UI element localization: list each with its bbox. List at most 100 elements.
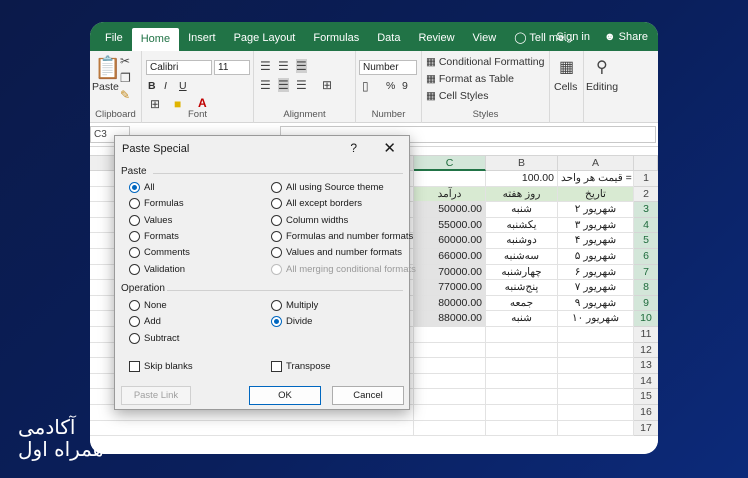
- cell-date[interactable]: ۴ شهریور: [558, 233, 634, 249]
- transpose-box[interactable]: [271, 361, 282, 372]
- cell-weekday[interactable]: شنبه: [486, 202, 558, 218]
- cell-empty[interactable]: [486, 342, 558, 359]
- copy-icon[interactable]: ❐: [120, 71, 131, 85]
- radio-option[interactable]: Validation: [129, 263, 185, 275]
- cells-icon[interactable]: ▦: [559, 57, 574, 77]
- radio-option[interactable]: All except borders: [271, 198, 362, 210]
- cell-empty[interactable]: [414, 327, 486, 343]
- radio-option[interactable]: Column widths: [271, 214, 348, 226]
- column-header-a[interactable]: A: [558, 155, 634, 171]
- row-header[interactable]: 8: [634, 280, 658, 296]
- cell-empty[interactable]: [558, 373, 634, 390]
- sign-in-link[interactable]: Sign in: [556, 31, 590, 43]
- row-header[interactable]: 9: [634, 295, 658, 312]
- cell-date[interactable]: ۵ شهریور: [558, 249, 634, 265]
- radio-button[interactable]: [129, 230, 140, 242]
- tab-review[interactable]: Review: [409, 32, 463, 51]
- radio-button[interactable]: [129, 214, 140, 226]
- cell-date[interactable]: ۳ شهریور: [558, 217, 634, 234]
- radio-option[interactable]: Values and number formats: [271, 247, 402, 259]
- tab-view[interactable]: View: [464, 32, 506, 51]
- radio-button[interactable]: [271, 316, 282, 328]
- row-header[interactable]: 5: [634, 233, 658, 249]
- tab-file[interactable]: File: [96, 32, 132, 51]
- cell-empty[interactable]: [558, 358, 634, 374]
- row-header[interactable]: 11: [634, 327, 658, 343]
- cell-empty[interactable]: [414, 373, 486, 390]
- cell-date[interactable]: ۲ شهریور: [558, 202, 634, 218]
- merge-center-icon[interactable]: ⊞: [322, 78, 332, 92]
- cell-empty[interactable]: [558, 342, 634, 359]
- cell-income[interactable]: 77000.00: [414, 280, 486, 296]
- row-header[interactable]: 3: [634, 202, 658, 218]
- cell-weekday[interactable]: چهارشنبه: [486, 264, 558, 281]
- cell-weekday[interactable]: دوشنبه: [486, 233, 558, 249]
- cell-date[interactable]: ۶ شهریور: [558, 264, 634, 281]
- cancel-button[interactable]: Cancel: [332, 386, 404, 405]
- cell-a2-header[interactable]: تاریخ: [558, 186, 634, 203]
- tab-insert[interactable]: Insert: [179, 32, 225, 51]
- row-header[interactable]: 14: [634, 373, 658, 390]
- radio-option[interactable]: Formulas: [129, 198, 184, 210]
- tab-data[interactable]: Data: [368, 32, 409, 51]
- radio-button[interactable]: [271, 198, 282, 210]
- row-header[interactable]: 6: [634, 249, 658, 265]
- skip-blanks-box[interactable]: [129, 361, 140, 372]
- cell-income[interactable]: 88000.00: [414, 311, 486, 327]
- paste-link-button[interactable]: Paste Link: [121, 386, 191, 405]
- radio-button[interactable]: [129, 247, 140, 259]
- font-size-select[interactable]: 11: [214, 60, 250, 75]
- transpose-checkbox[interactable]: Transpose: [271, 361, 331, 372]
- align-center-icon[interactable]: ☰: [278, 78, 289, 92]
- align-middle-icon[interactable]: ☰: [278, 59, 289, 73]
- bold-button[interactable]: B: [148, 80, 156, 92]
- cell-empty[interactable]: [558, 327, 634, 343]
- cell-empty[interactable]: [486, 373, 558, 390]
- cell-weekday[interactable]: شنبه: [486, 311, 558, 327]
- tab-page-layout[interactable]: Page Layout: [225, 32, 305, 51]
- cell-empty[interactable]: [486, 420, 558, 437]
- radio-option[interactable]: Formulas and number formats: [271, 230, 413, 242]
- cell-income[interactable]: 60000.00: [414, 233, 486, 249]
- radio-button[interactable]: [129, 182, 140, 193]
- cell-b1-price[interactable]: 100.00: [486, 171, 558, 187]
- cell-styles-button[interactable]: ▦ Cell Styles: [426, 90, 488, 102]
- cell-a1-label[interactable]: قیمت هر واحد =: [558, 171, 634, 187]
- ok-button[interactable]: OK: [249, 386, 321, 405]
- cell-date[interactable]: ۱۰ شهریور: [558, 311, 634, 327]
- radio-option[interactable]: Values: [129, 214, 172, 226]
- radio-button[interactable]: [271, 230, 282, 242]
- help-button[interactable]: ?: [350, 141, 357, 155]
- align-top-icon[interactable]: ☰: [260, 59, 271, 73]
- cell-income[interactable]: 55000.00: [414, 217, 486, 234]
- cell-b2-header[interactable]: روز هفته: [486, 186, 558, 203]
- row-header[interactable]: 7: [634, 264, 658, 281]
- radio-option[interactable]: Divide: [271, 316, 312, 328]
- row-header[interactable]: 10: [634, 311, 658, 327]
- cell-empty[interactable]: [414, 389, 486, 405]
- cell-empty[interactable]: [486, 358, 558, 374]
- radio-button[interactable]: [129, 263, 140, 275]
- cell-empty[interactable]: [414, 420, 486, 437]
- cell-empty[interactable]: [414, 342, 486, 359]
- cell-empty[interactable]: [558, 405, 634, 421]
- cell-empty[interactable]: [558, 420, 634, 437]
- tab-formulas[interactable]: Formulas: [304, 32, 368, 51]
- radio-button[interactable]: [129, 316, 140, 328]
- number-format-select[interactable]: Number: [359, 60, 417, 75]
- row-header[interactable]: 13: [634, 358, 658, 374]
- skip-blanks-checkbox[interactable]: Skip blanks: [129, 361, 193, 372]
- cell-weekday[interactable]: پنج‌شنبه: [486, 280, 558, 296]
- conditional-formatting-button[interactable]: ▦ Conditional Formatting: [426, 56, 544, 68]
- radio-button[interactable]: [271, 300, 282, 311]
- paste-icon[interactable]: 📋: [94, 55, 121, 81]
- percent-button[interactable]: %: [386, 80, 395, 92]
- cell-empty[interactable]: [414, 405, 486, 421]
- row-header[interactable]: 2: [634, 186, 658, 203]
- cell-income[interactable]: 80000.00: [414, 295, 486, 312]
- column-header-c[interactable]: C: [414, 155, 486, 171]
- cell-c1[interactable]: [414, 171, 486, 187]
- format-as-table-button[interactable]: ▦ Format as Table: [426, 73, 514, 85]
- row-header[interactable]: 16: [634, 405, 658, 421]
- cell-weekday[interactable]: یکشنبه: [486, 217, 558, 234]
